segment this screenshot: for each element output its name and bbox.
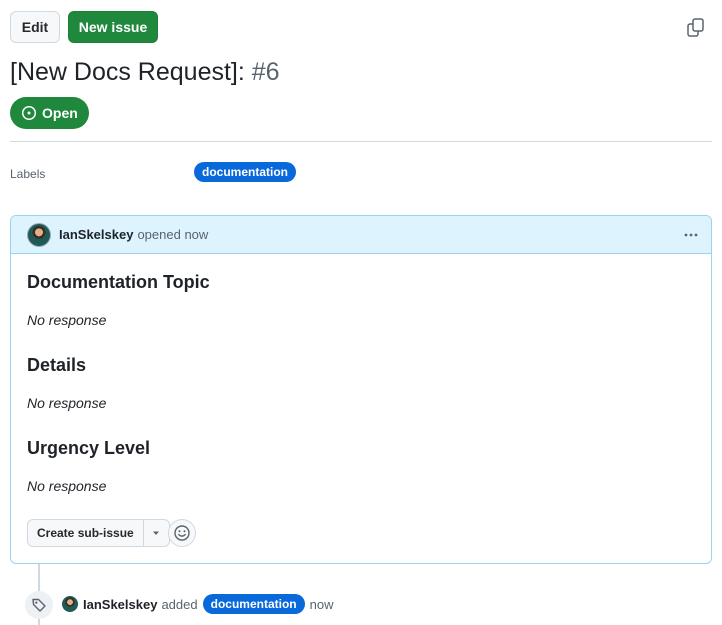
issue-opened-icon [21,105,37,121]
section-heading: Documentation Topic [27,272,210,292]
avatar[interactable] [62,596,78,612]
event-author[interactable]: IanSkelskey [83,597,157,612]
divider [10,141,712,142]
section-value: No response [27,395,107,411]
create-sub-issue-button[interactable]: Create sub-issue [28,520,143,546]
issue-title: [New Docs Request]: [10,58,245,86]
comment-timestamp: opened now [137,227,209,242]
create-sub-issue-group: Create sub-issue [27,519,170,547]
event-verb: added [161,596,198,612]
smiley-icon[interactable] [168,519,196,547]
section-heading: Urgency Level [27,438,151,458]
status-label: Open [42,105,78,121]
event-time: now [309,596,334,612]
copy-icon[interactable] [684,16,708,40]
page-title: [New Docs Request]: #6 [10,58,280,87]
section-value: No response [27,478,107,494]
issue-number: #6 [251,58,280,86]
comment-author[interactable]: IanSkelskey [59,227,133,242]
edit-button[interactable]: Edit [10,11,60,43]
section-value: No response [27,312,107,328]
status-badge: Open [10,97,89,129]
avatar[interactable] [27,222,51,247]
labels-key: Labels [10,167,46,181]
section-heading: Details [27,355,87,375]
label-documentation[interactable]: documentation [202,594,305,614]
label-documentation[interactable]: documentation [194,162,296,182]
timeline-event: IanSkelskey added documentation now [62,594,333,614]
kebab-horizontal-icon[interactable] [681,225,701,245]
comment-header: IanSkelskey opened now [11,216,711,254]
tag-icon [25,591,53,619]
issue-comment: IanSkelskey opened now Documentation Top… [10,215,712,564]
triangle-down-icon[interactable] [142,520,169,546]
new-issue-button[interactable]: New issue [68,11,158,43]
